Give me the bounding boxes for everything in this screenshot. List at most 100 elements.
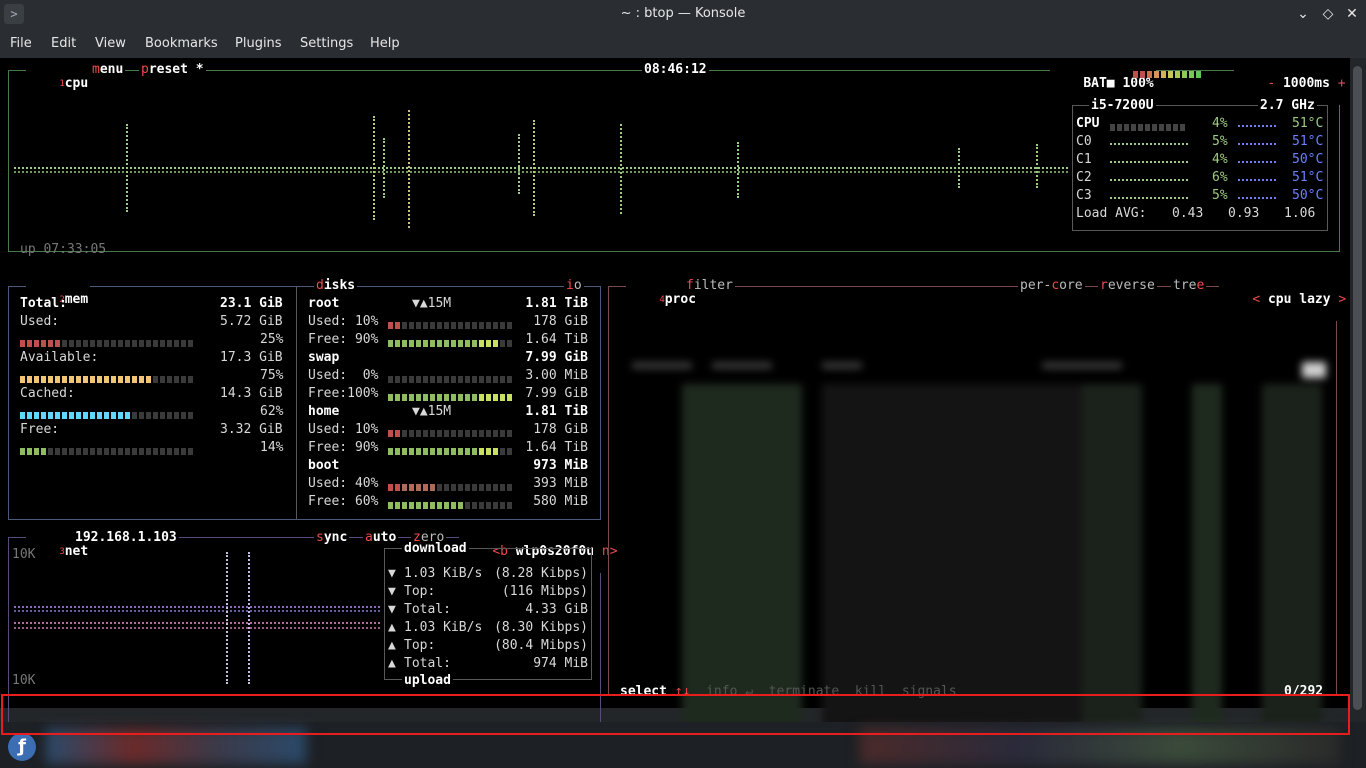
cpu-model: i5-7200U (1089, 98, 1156, 113)
disk-free-bar (388, 498, 514, 509)
load-avg-15: 1.06 (1284, 206, 1316, 221)
disks-io-toggle[interactable]: io (564, 279, 584, 293)
disk-used-value: 393 MiB (533, 476, 588, 491)
mem-row-label: Free: (20, 422, 60, 437)
net-row-label: Total: (404, 602, 451, 617)
proc-reverse-toggle[interactable]: reverse (1098, 279, 1157, 293)
net-row-value: 974 MiB (533, 656, 588, 671)
temp-graph (1238, 161, 1276, 163)
proc-sort-next[interactable]: > (1338, 292, 1346, 307)
cpu-frequency: 2.7 GHz (1258, 98, 1317, 113)
disk-size: 1.81 TiB (525, 296, 588, 311)
net-row-arrow: ▲ (388, 638, 396, 653)
menu-view[interactable]: View (95, 36, 126, 51)
disk-io: ▼▲15M (412, 404, 452, 419)
menu-bookmarks[interactable]: Bookmarks (145, 36, 218, 51)
disk-free-value: 1.64 TiB (525, 440, 588, 455)
net-row-label: Top: (404, 584, 436, 599)
net-auto-toggle[interactable]: auto (363, 531, 399, 545)
terminal-area[interactable]: 1cpu menu preset * 08:46:12 BAT■ 100% - … (0, 58, 1350, 763)
disk-used-value: 178 GiB (533, 314, 588, 329)
net-row-arrow: ▲ (388, 620, 396, 635)
menu-file[interactable]: File (10, 36, 32, 51)
terminal-scrollbar[interactable] (1350, 58, 1366, 718)
core-row-temp: 50°C (1292, 152, 1324, 167)
interval-increase[interactable]: + (1338, 76, 1346, 91)
mem-row-pct: 25% (260, 332, 284, 347)
disk-size: 973 MiB (533, 458, 588, 473)
cpu-box-title: cpu (64, 76, 89, 91)
menu-plugins[interactable]: Plugins (235, 36, 282, 51)
core-row-temp: 50°C (1292, 188, 1324, 203)
proc-sort-prev[interactable]: < (1252, 292, 1260, 307)
net-row-value: (8.30 Kibps) (494, 620, 588, 635)
core-graph (1110, 143, 1188, 145)
mem-row-pct: 14% (260, 440, 284, 455)
disk-free-label: Free:100% (308, 386, 379, 401)
net-row-arrow: ▼ (388, 566, 396, 581)
menu-help[interactable]: Help (370, 36, 400, 51)
core-graph (1110, 197, 1188, 199)
proc-per-core-toggle[interactable]: per-core (1018, 279, 1085, 293)
mem-row-label: Cached: (20, 386, 75, 401)
disk-free-value: 7.99 GiB (525, 386, 588, 401)
proc-sort-selector[interactable]: < cpu lazy > (1219, 279, 1349, 321)
core-row-temp: 51°C (1292, 170, 1324, 185)
core-row-temp: 51°C (1292, 134, 1324, 149)
core-row-pct: 4% (1212, 152, 1228, 167)
disk-used-bar (388, 372, 514, 383)
core-row-pct: 5% (1212, 134, 1228, 149)
temp-graph (1238, 179, 1276, 181)
menu-edit[interactable]: Edit (51, 36, 76, 51)
highlight-annotation (1, 694, 1350, 735)
cpu-row-temp: 51°C (1292, 116, 1324, 131)
disk-free-bar (388, 390, 514, 401)
net-row-value: (8.28 Kibps) (494, 566, 588, 581)
disk-free-bar (388, 336, 514, 347)
clock: 08:46:12 (642, 62, 709, 77)
core-row-label: C3 (1076, 188, 1092, 203)
interval-decrease[interactable]: - (1267, 76, 1275, 91)
menu-settings[interactable]: Settings (300, 36, 353, 51)
temp-graph (1238, 197, 1276, 199)
minimize-button[interactable]: ⌄ (1294, 5, 1312, 23)
cpu-preset-button[interactable]: preset * (139, 63, 206, 77)
close-button[interactable]: ✕ (1343, 5, 1361, 23)
mem-used-bar (20, 336, 195, 347)
mem-cached-bar (20, 408, 195, 419)
disk-used-bar (388, 426, 514, 437)
net-row-arrow: ▼ (388, 602, 396, 617)
proc-tree-toggle[interactable]: tree (1171, 279, 1207, 293)
fedora-launcher-icon[interactable]: ƒ (8, 733, 36, 761)
title-bar: > ~ : btop — Konsole ⌄ ◇ ✕ (0, 0, 1366, 30)
core-row-label: C1 (1076, 152, 1092, 167)
mem-row-pct: 75% (260, 368, 284, 383)
disk-free-value: 1.64 TiB (525, 332, 588, 347)
disk-used-label: Used: 0% (308, 368, 379, 383)
maximize-button[interactable]: ◇ (1319, 5, 1337, 23)
net-row-value: (80.4 Mibps) (494, 638, 588, 653)
disk-size: 1.81 TiB (525, 404, 588, 419)
core-row-pct: 5% (1212, 188, 1228, 203)
net-scale-top: 10K (12, 547, 36, 562)
disk-name: root (308, 296, 340, 311)
load-avg-5: 0.93 (1228, 206, 1260, 221)
window-title: ~ : btop — Konsole (620, 6, 746, 21)
net-row-value: (116 Mibps) (501, 584, 588, 599)
disk-name: swap (308, 350, 340, 365)
mem-row-label: Total: (20, 296, 67, 311)
cpu-menu-button[interactable]: menu (90, 63, 126, 77)
net-row-value: 4.33 GiB (525, 602, 588, 617)
mem-box-title: mem (64, 292, 89, 307)
core-row-label: C0 (1076, 134, 1092, 149)
net-box-title: net (64, 544, 89, 559)
disk-name: home (308, 404, 340, 419)
disks-title[interactable]: disks (314, 279, 358, 293)
proc-filter-button[interactable]: filter (684, 279, 735, 293)
scrollbar-thumb[interactable] (1353, 66, 1362, 710)
net-sync-toggle[interactable]: sync (314, 531, 350, 545)
net-row-arrow: ▼ (388, 584, 396, 599)
cpu-row-label: CPU (1076, 116, 1100, 131)
load-avg-1: 0.43 (1172, 206, 1204, 221)
cpu-row-pct: 4% (1212, 116, 1228, 131)
